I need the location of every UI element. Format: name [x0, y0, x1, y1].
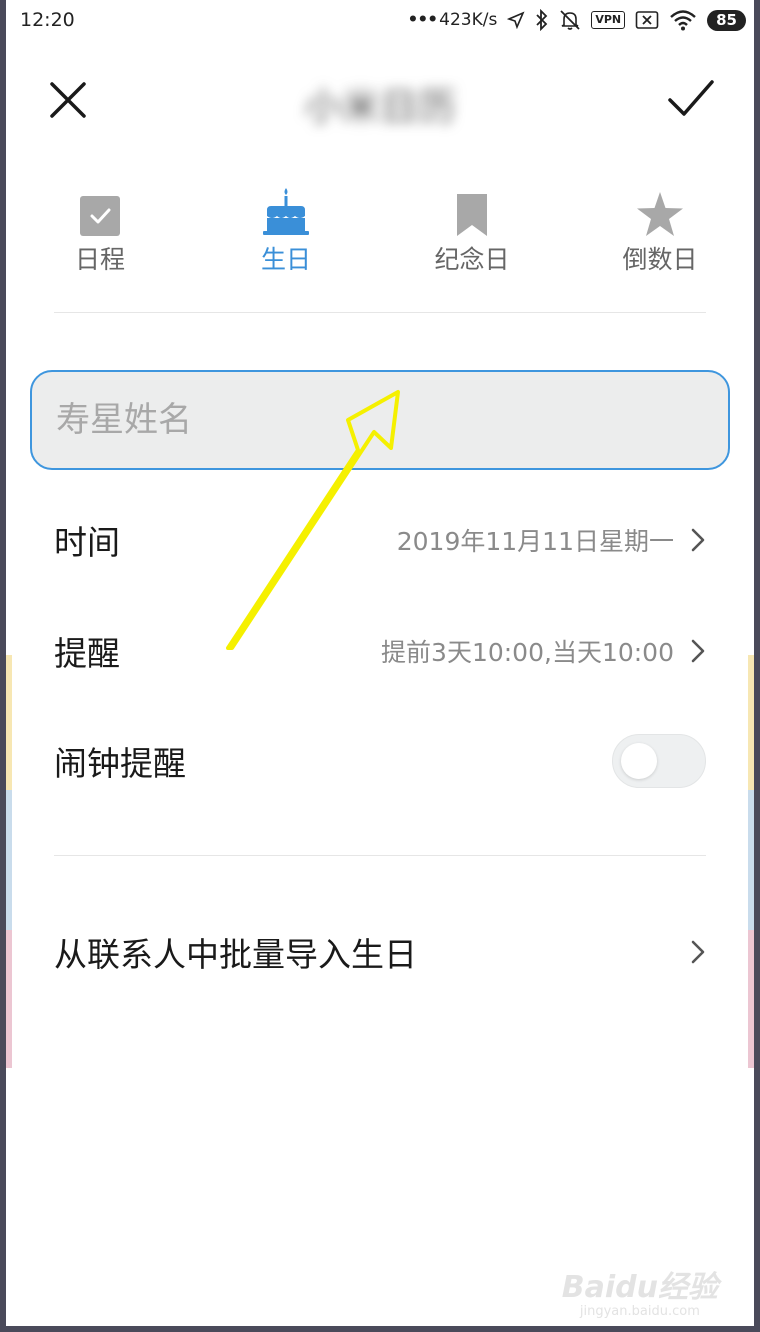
reminder-row[interactable]: 提醒 提前3天10:00,当天10:00 [54, 616, 706, 686]
birthday-person-name-input[interactable] [30, 370, 730, 470]
no-sim-icon [635, 11, 659, 29]
tab-label: 日程 [74, 245, 125, 274]
check-icon[interactable] [666, 76, 716, 122]
bookmark-icon [457, 194, 487, 236]
time-row[interactable]: 时间 2019年11月11日星期一 [54, 505, 706, 575]
side-strip [748, 790, 754, 930]
watermark-sub: jingyan.baidu.com [579, 1304, 700, 1319]
side-strip [6, 655, 12, 790]
import-contacts-row[interactable]: 从联系人中批量导入生日 [54, 917, 706, 987]
alarm-row: 闹钟提醒 [54, 726, 706, 796]
time-label: 时间 [54, 523, 120, 562]
vpn-badge: VPN [591, 11, 626, 29]
side-strip [6, 930, 12, 1068]
tab-label: 倒数日 [622, 245, 698, 274]
tab-label: 生日 [260, 245, 311, 274]
side-strip [6, 790, 12, 930]
mute-bell-icon [560, 10, 580, 30]
time-value: 2019年11月11日星期一 [396, 527, 674, 556]
import-label: 从联系人中批量导入生日 [54, 935, 417, 974]
calendar-new-birthday-screen: 12:20 ••• 423K/s VPN 85 小米日历 日程 生日 纪念日 倒… [6, 0, 754, 1326]
page-title: 小米日历 [303, 85, 456, 129]
tab-anniversary[interactable]: 纪念日 [412, 180, 532, 276]
battery-indicator: 85 [707, 9, 746, 31]
tab-countdown[interactable]: 倒数日 [600, 180, 720, 276]
checkbox-icon [80, 196, 120, 236]
star-icon [637, 192, 683, 236]
tab-schedule[interactable]: 日程 [40, 180, 160, 276]
location-icon [507, 11, 525, 29]
reminder-value: 提前3天10:00,当天10:00 [381, 638, 674, 667]
divider [54, 855, 706, 856]
tab-birthday[interactable]: 生日 [226, 180, 346, 276]
watermark-main: Baidu经验 [561, 1270, 718, 1305]
wifi-icon [670, 10, 696, 31]
tab-label: 纪念日 [434, 245, 510, 274]
network-speed: 423K/s [439, 10, 498, 30]
alarm-toggle[interactable] [612, 734, 706, 788]
birthday-cake-icon [263, 188, 309, 235]
side-strip [748, 655, 754, 790]
bluetooth-icon [536, 9, 548, 31]
chevron-right-icon [691, 639, 705, 663]
more-dots-icon: ••• [407, 10, 439, 30]
alarm-label: 闹钟提醒 [54, 744, 186, 783]
toggle-knob [621, 743, 657, 779]
side-strip [748, 930, 754, 1068]
chevron-right-icon [691, 528, 705, 552]
divider [54, 312, 706, 313]
baidu-watermark: Baidu经验 jingyan.baidu.com [562, 1262, 718, 1319]
status-time: 12:20 [20, 9, 75, 31]
status-icons: ••• 423K/s VPN 85 [408, 6, 746, 34]
chevron-right-icon [691, 940, 705, 964]
reminder-label: 提醒 [54, 634, 120, 673]
